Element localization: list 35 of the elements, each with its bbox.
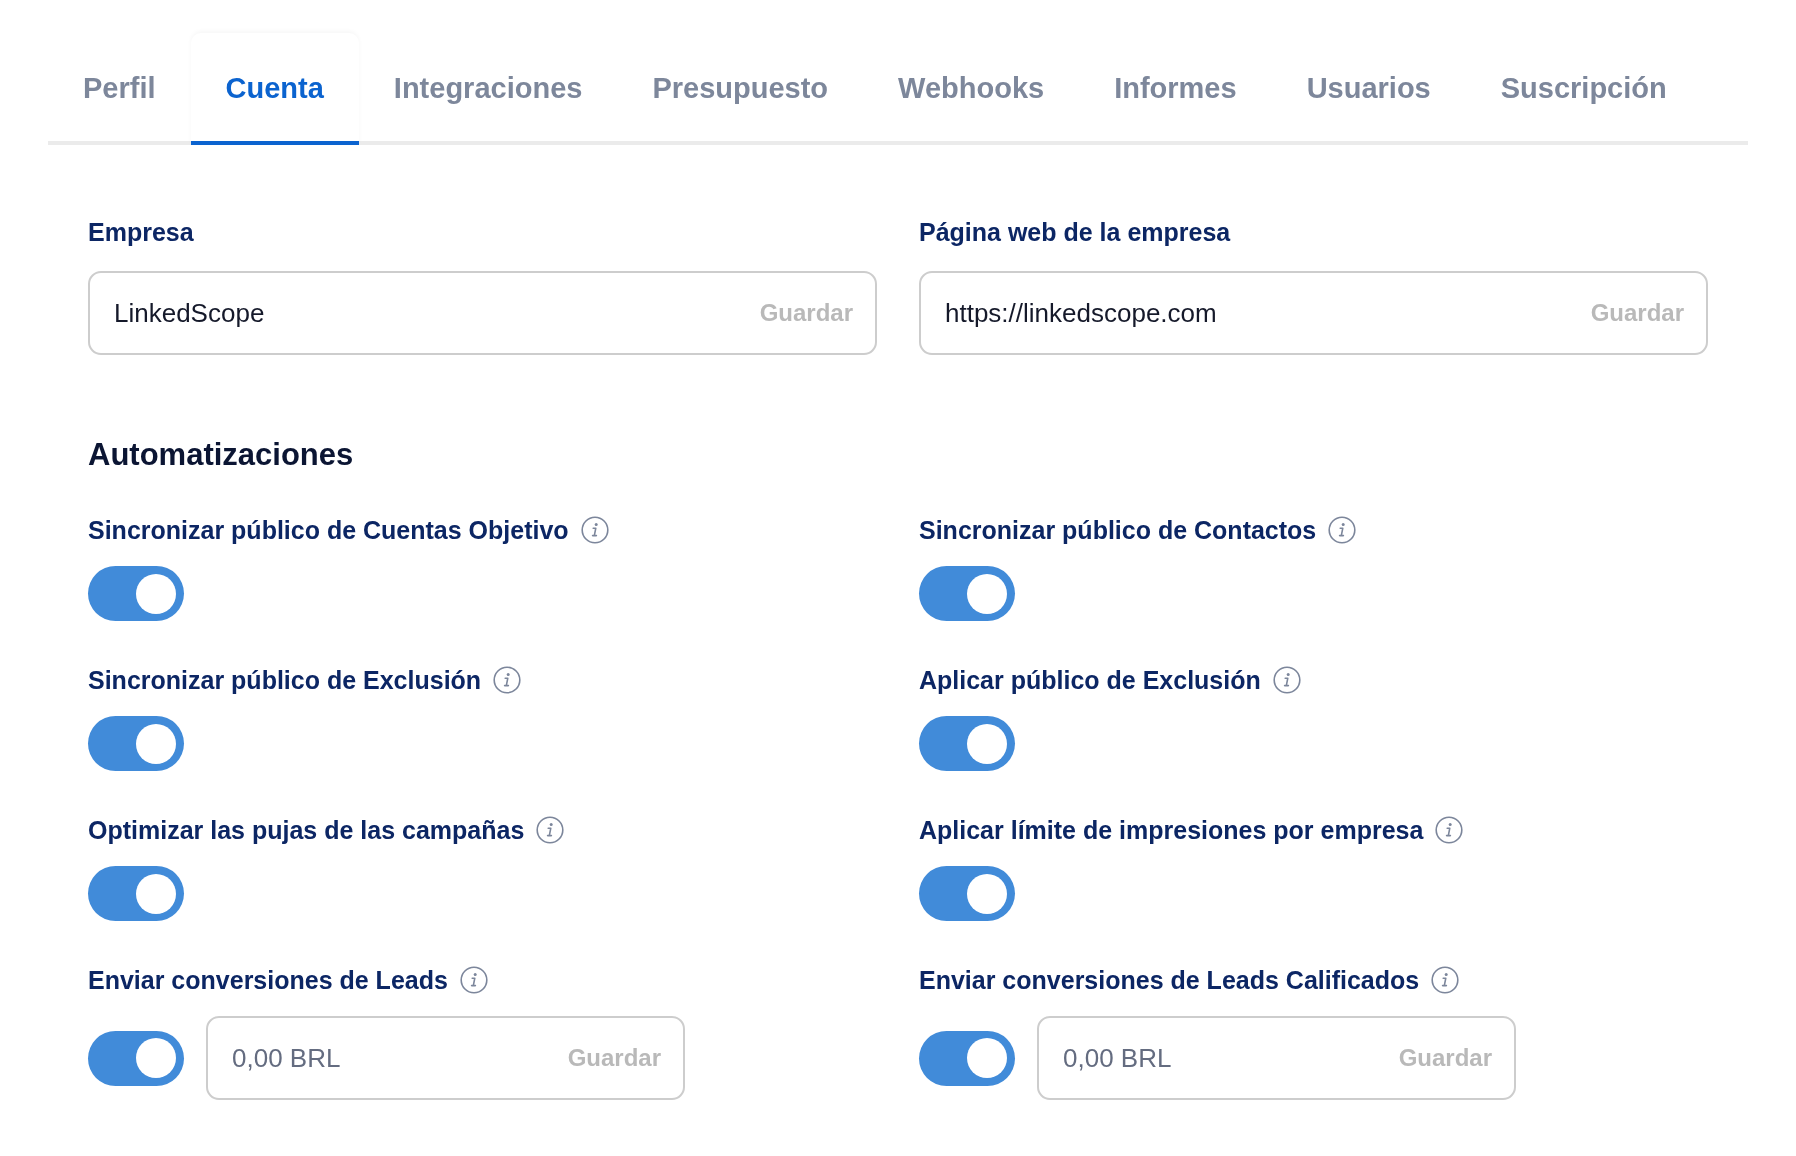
toggle-switch[interactable]: [88, 716, 184, 771]
tab[interactable]: Webhooks: [863, 33, 1080, 145]
info-icon[interactable]: [459, 966, 488, 994]
tab[interactable]: Integraciones: [358, 33, 618, 145]
tab[interactable]: Presupuesto: [617, 33, 864, 145]
toggle-switch[interactable]: [88, 566, 184, 621]
toggle-switch[interactable]: [919, 716, 1015, 771]
info-icon[interactable]: [1328, 516, 1357, 544]
info-icon[interactable]: [1431, 966, 1460, 994]
setting-label: Optimizar las pujas de las campañas: [88, 815, 525, 845]
info-icon[interactable]: [1435, 816, 1464, 844]
field-label: Empresa: [88, 217, 194, 247]
setting-label: Sincronizar público de Contactos: [919, 515, 1317, 545]
setting-label: Sincronizar público de Cuentas Objetivo: [88, 515, 569, 545]
tab[interactable]: Suscripción: [1465, 33, 1702, 145]
setting-label: Enviar conversiones de Leads Calificados: [919, 965, 1420, 995]
toggle-switch[interactable]: [919, 566, 1015, 621]
setting-label: Enviar conversiones de Leads: [88, 965, 448, 995]
tab[interactable]: Perfil: [48, 33, 191, 145]
info-icon[interactable]: [1272, 666, 1301, 694]
toggle-switch[interactable]: [919, 866, 1015, 921]
toggle-switch[interactable]: [88, 866, 184, 921]
section-heading: Automatizaciones: [88, 436, 355, 474]
tab[interactable]: Cuenta: [190, 33, 359, 145]
tab[interactable]: Informes: [1079, 33, 1272, 145]
field-label: Página web de la empresa: [919, 217, 1231, 247]
info-icon[interactable]: [536, 816, 565, 844]
toggle-switch[interactable]: [88, 1030, 184, 1086]
toggle-switch[interactable]: [919, 1030, 1015, 1086]
info-icon[interactable]: [580, 516, 609, 544]
tab[interactable]: Usuarios: [1271, 33, 1466, 145]
setting-label: Sincronizar público de Exclusión: [88, 665, 482, 695]
info-icon[interactable]: [493, 666, 522, 694]
setting-label: Aplicar público de Exclusión: [919, 665, 1261, 695]
setting-label: Aplicar límite de impresiones por empresa: [919, 815, 1424, 845]
